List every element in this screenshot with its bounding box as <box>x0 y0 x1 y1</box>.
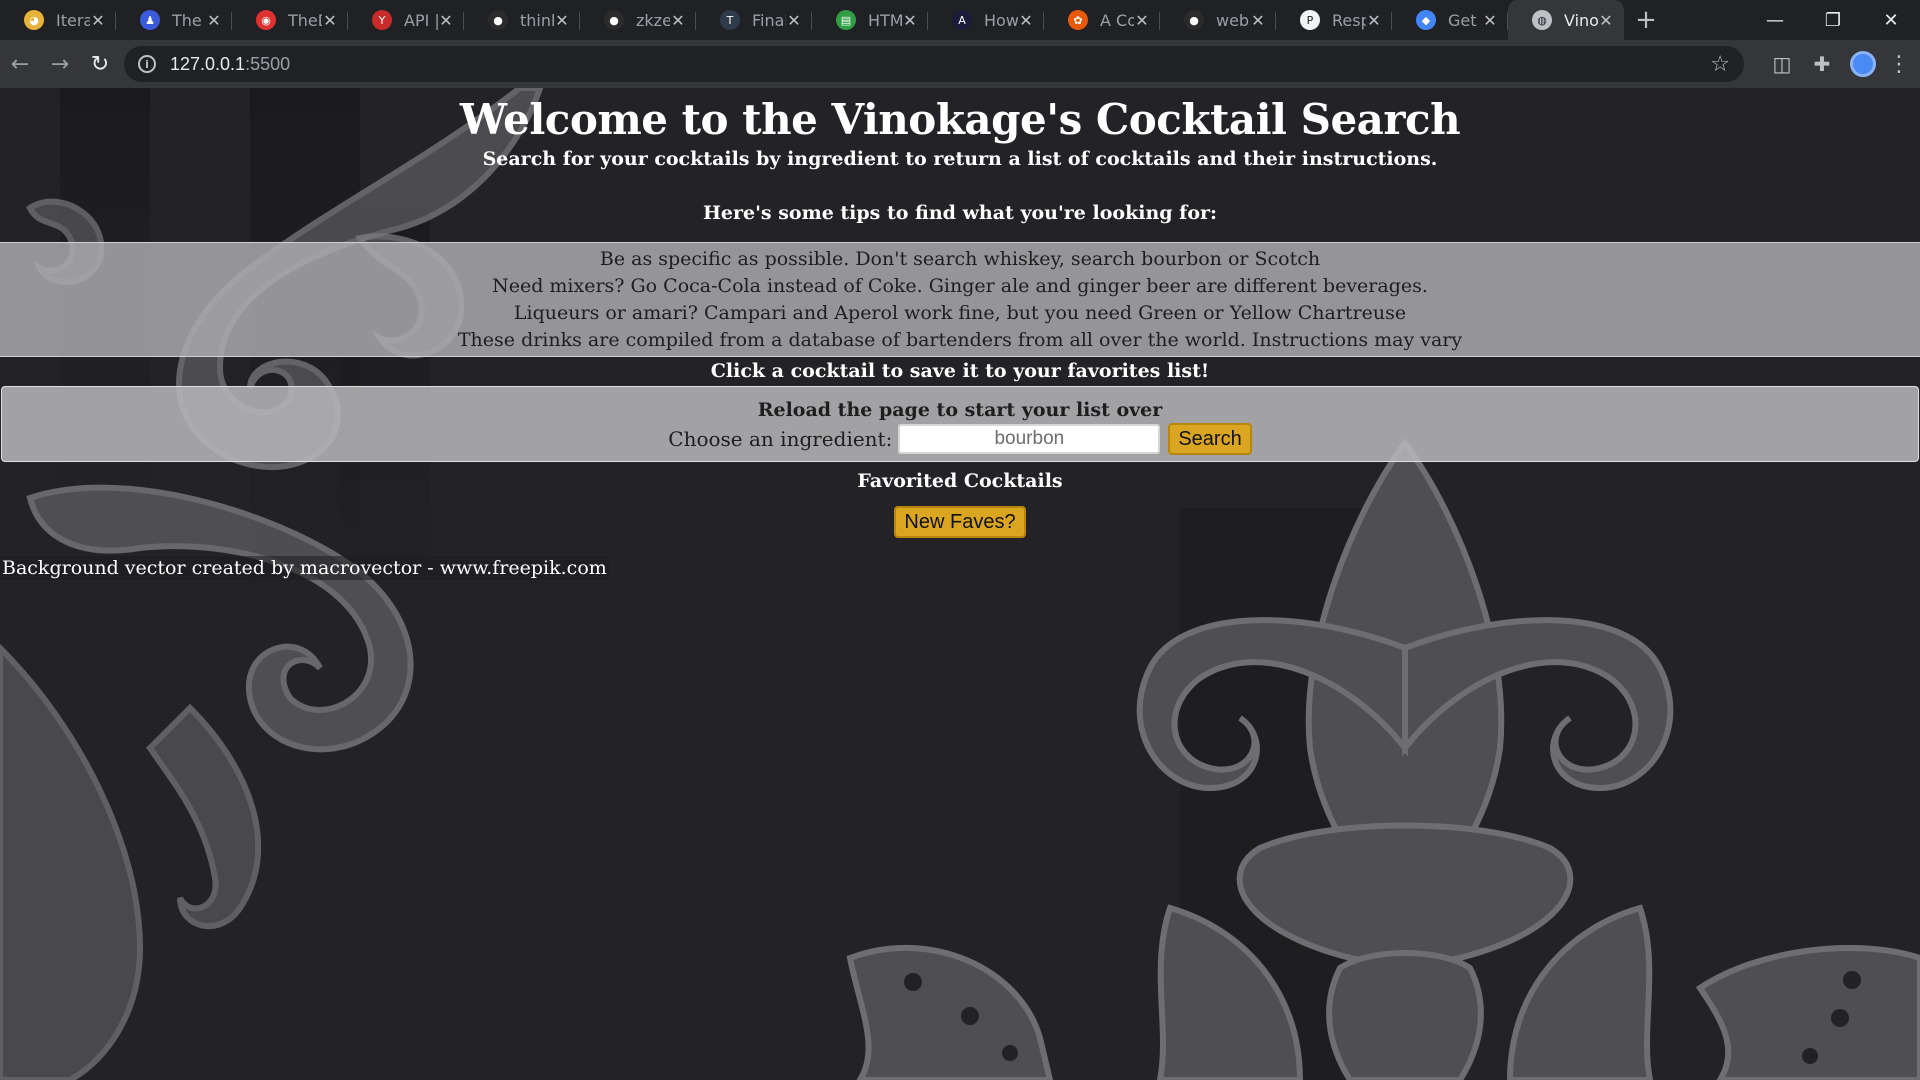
tab-favicon-icon: P <box>1300 10 1320 30</box>
address-bar[interactable]: i 127.0.0.1:5500 ☆ <box>124 46 1744 82</box>
extension-icon[interactable]: ◫ <box>1762 44 1802 84</box>
browser-tab[interactable]: ◕ Iterati✕ <box>0 0 116 40</box>
tab-favicon-icon: ✿ <box>1068 10 1088 30</box>
kebab-menu-icon[interactable]: ⋮ <box>1884 52 1914 77</box>
close-icon[interactable]: ✕ <box>90 11 106 30</box>
browser-tab[interactable]: ◍ Vinok✕ <box>1508 0 1624 40</box>
tab-title: Finali <box>752 10 786 30</box>
tab-strip: ◕Iterati✕♟The C✕◉TheD✕YAPI |✕●think✕●zkz… <box>0 0 1920 40</box>
tabstrip-spacer <box>1668 0 1746 40</box>
close-icon[interactable]: ✕ <box>1018 11 1034 30</box>
tab-title: zkzer <box>636 10 670 30</box>
tab-title: Vinok <box>1564 10 1598 30</box>
page-content: Welcome to the Vinokage's Cocktail Searc… <box>0 88 1920 538</box>
page-viewport: Welcome to the Vinokage's Cocktail Searc… <box>0 88 1920 1080</box>
new-faves-button[interactable]: New Faves? <box>894 506 1026 538</box>
close-icon[interactable]: ✕ <box>902 11 918 30</box>
background-credit[interactable]: Background vector created by macrovector… <box>0 556 609 580</box>
tab-favicon-icon: ▤ <box>836 10 856 30</box>
url-text[interactable]: 127.0.0.1:5500 <box>170 54 290 75</box>
favorites-heading: Favorited Cocktails <box>857 470 1063 492</box>
page-title: Welcome to the Vinokage's Cocktail Searc… <box>459 95 1461 144</box>
tab-favicon-icon: ◉ <box>256 10 276 30</box>
search-button[interactable]: Search <box>1168 423 1252 455</box>
tips-heading: Here's some tips to find what you're loo… <box>702 202 1218 224</box>
new-tab-button[interactable]: + <box>1624 0 1668 40</box>
tab-title: think <box>520 10 554 30</box>
browser-tab[interactable]: T Finali✕ <box>696 0 812 40</box>
browser-tab[interactable]: ● web-✕ <box>1160 0 1276 40</box>
browser-tab[interactable]: Y API | ✕ <box>348 0 464 40</box>
close-icon[interactable]: ✕ <box>1134 11 1150 30</box>
close-icon[interactable]: ✕ <box>786 11 802 30</box>
url-port: :5500 <box>245 53 291 74</box>
avatar[interactable] <box>1850 51 1876 77</box>
browser-tab[interactable]: A How ✕ <box>928 0 1044 40</box>
ingredient-label: Choose an ingredient: <box>668 427 893 451</box>
tab-title: How <box>984 10 1018 30</box>
tab-favicon-icon: ◕ <box>24 10 44 30</box>
tab-favicon-icon: T <box>720 10 740 30</box>
tab-favicon-icon: ◍ <box>1532 10 1552 30</box>
reload-note: Reload the page to start your list over <box>757 399 1163 421</box>
click-note: Click a cocktail to save it to your favo… <box>710 360 1210 382</box>
browser-tab[interactable]: ♟ The C✕ <box>116 0 232 40</box>
close-icon[interactable]: ✕ <box>1366 11 1382 30</box>
tip-item: These drinks are compiled from a databas… <box>457 329 1463 351</box>
tip-item: Need mixers? Go Coca-Cola instead of Cok… <box>492 275 1428 297</box>
page-subtitle: Search for your cocktails by ingredient … <box>482 148 1438 170</box>
tab-title: API | <box>404 10 438 30</box>
tab-title: TheD <box>288 10 322 30</box>
tips-box: Be as specific as possible. Don't search… <box>0 242 1920 357</box>
star-icon[interactable]: ☆ <box>1710 52 1730 77</box>
minimize-icon[interactable]: — <box>1746 0 1804 40</box>
tab-favicon-icon: ● <box>604 10 624 30</box>
close-icon[interactable]: ✕ <box>1598 11 1614 30</box>
url-host: 127.0.0.1 <box>170 53 246 74</box>
tip-item: Be as specific as possible. Don't search… <box>599 248 1321 270</box>
browser-tab[interactable]: P Respo✕ <box>1276 0 1392 40</box>
search-form: Reload the page to start your list over … <box>1 386 1919 462</box>
tip-item: Liqueurs or amari? Campari and Aperol wo… <box>513 302 1407 324</box>
browser-tab[interactable]: ✿ A Cor✕ <box>1044 0 1160 40</box>
back-arrow-icon[interactable]: ← <box>0 44 40 84</box>
tab-favicon-icon: ◆ <box>1416 10 1436 30</box>
tab-title: HTML <box>868 10 902 30</box>
browser-tab[interactable]: ◉ TheD✕ <box>232 0 348 40</box>
close-window-icon[interactable]: ✕ <box>1862 0 1920 40</box>
ingredient-row: Choose an ingredient: Search <box>2 423 1918 455</box>
tab-title: Get S <box>1448 10 1482 30</box>
browser-tab[interactable]: ◆ Get S✕ <box>1392 0 1508 40</box>
tab-favicon-icon: A <box>952 10 972 30</box>
browser-tab[interactable]: ● zkzer✕ <box>580 0 696 40</box>
site-info-icon[interactable]: i <box>138 55 156 73</box>
ingredient-input[interactable] <box>898 424 1161 454</box>
browser-tab[interactable]: ▤ HTML✕ <box>812 0 928 40</box>
close-icon[interactable]: ✕ <box>1250 11 1266 30</box>
forward-arrow-icon[interactable]: → <box>40 44 80 84</box>
close-icon[interactable]: ✕ <box>322 11 338 30</box>
puzzle-icon[interactable]: ✚ <box>1802 44 1842 84</box>
close-icon[interactable]: ✕ <box>670 11 686 30</box>
tab-title: Respo <box>1332 10 1366 30</box>
tab-title: Iterati <box>56 10 90 30</box>
tab-favicon-icon: ♟ <box>140 10 160 30</box>
tab-favicon-icon: ● <box>1184 10 1204 30</box>
restore-icon[interactable]: ❐ <box>1804 0 1862 40</box>
browser-toolbar: ← → ↻ i 127.0.0.1:5500 ☆ ◫ ✚ ⋮ <box>0 40 1920 88</box>
tab-favicon-icon: ● <box>488 10 508 30</box>
close-icon[interactable]: ✕ <box>438 11 454 30</box>
reload-icon[interactable]: ↻ <box>80 44 120 84</box>
tab-title: A Cor <box>1100 10 1134 30</box>
close-icon[interactable]: ✕ <box>206 11 222 30</box>
browser-tab[interactable]: ● think✕ <box>464 0 580 40</box>
close-icon[interactable]: ✕ <box>1482 11 1498 30</box>
tab-favicon-icon: Y <box>372 10 392 30</box>
tab-title: web- <box>1216 10 1250 30</box>
close-icon[interactable]: ✕ <box>554 11 570 30</box>
tab-title: The C <box>172 10 206 30</box>
